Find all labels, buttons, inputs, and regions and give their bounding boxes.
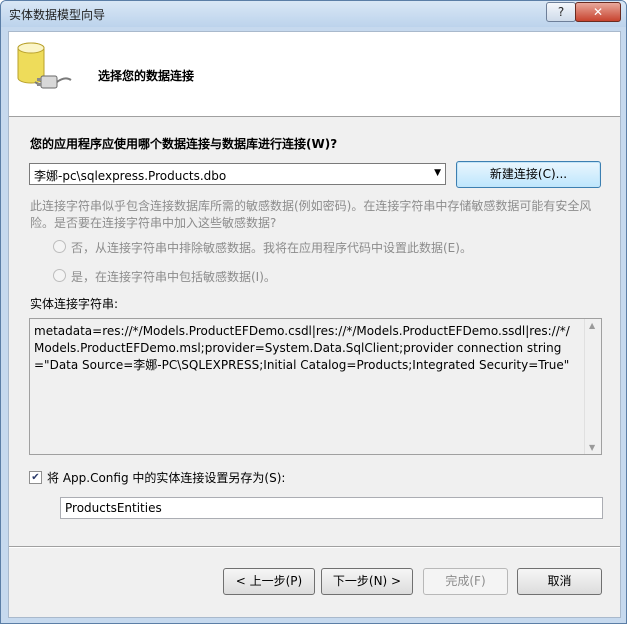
radio-button[interactable] — [53, 240, 66, 253]
title-bar[interactable]: 实体数据模型向导 ? ✕ — [1, 1, 626, 27]
entity-connection-label: 实体连接字符串: — [30, 297, 119, 311]
entity-name-value: ProductsEntities — [65, 501, 162, 515]
wizard-client-area: 选择您的数据连接 您的应用程序应使用哪个数据连接与数据库进行连接(W)? 李娜-… — [8, 31, 621, 618]
radio-include-label: 是，在连接字符串中包括敏感数据(I)。 — [71, 270, 276, 284]
sensitive-data-description: 此连接字符串似乎包含连接数据库所需的敏感数据(例如密码)。在连接字符串中存储敏感… — [30, 199, 592, 230]
database-plug-icon — [17, 42, 72, 89]
radio-button[interactable] — [53, 269, 66, 282]
entity-name-input[interactable]: ProductsEntities — [60, 497, 603, 519]
finish-button[interactable]: 完成(F) — [423, 568, 508, 595]
scroll-up-icon[interactable]: ▲ — [589, 321, 595, 330]
cancel-button[interactable]: 取消 — [517, 568, 602, 595]
new-connection-button[interactable]: 新建连接(C)... — [456, 161, 601, 188]
back-button[interactable]: < 上一步(P) — [223, 568, 315, 595]
close-button[interactable]: ✕ — [575, 2, 621, 22]
connection-dropdown-value: 李娜-pc\sqlexpress.Products.dbo — [34, 169, 227, 183]
footer-divider — [9, 546, 620, 548]
entity-connection-text: metadata=res://*/Models.ProductEFDemo.cs… — [34, 324, 570, 372]
entity-connection-textbox[interactable]: metadata=res://*/Models.ProductEFDemo.cs… — [29, 318, 602, 455]
connection-question-label: 您的应用程序应使用哪个数据连接与数据库进行连接(W)? — [30, 137, 338, 151]
scroll-down-icon[interactable]: ▼ — [589, 443, 595, 452]
wizard-window: 实体数据模型向导 ? ✕ 选择您的数据连接 您的应用程序应使用哪个数据连接与数据… — [0, 0, 627, 624]
radio-exclude-label: 否，从连接字符串中排除敏感数据。我将在应用程序代码中设置此数据(E)。 — [71, 241, 472, 255]
page-title: 选择您的数据连接 — [98, 69, 195, 83]
chevron-down-icon[interactable]: ▼ — [434, 168, 441, 178]
connection-dropdown[interactable]: 李娜-pc\sqlexpress.Products.dbo ▼ — [29, 163, 446, 185]
next-button[interactable]: 下一步(N) > — [321, 568, 413, 595]
help-button[interactable]: ? — [546, 2, 576, 22]
window-title: 实体数据模型向导 — [9, 8, 106, 22]
vertical-scrollbar[interactable]: ▲ ▼ — [584, 319, 601, 454]
save-config-label: 将 App.Config 中的实体连接设置另存为(S): — [47, 471, 286, 485]
wizard-header: 选择您的数据连接 — [9, 32, 620, 117]
save-config-checkbox[interactable]: ✔ — [29, 471, 42, 484]
